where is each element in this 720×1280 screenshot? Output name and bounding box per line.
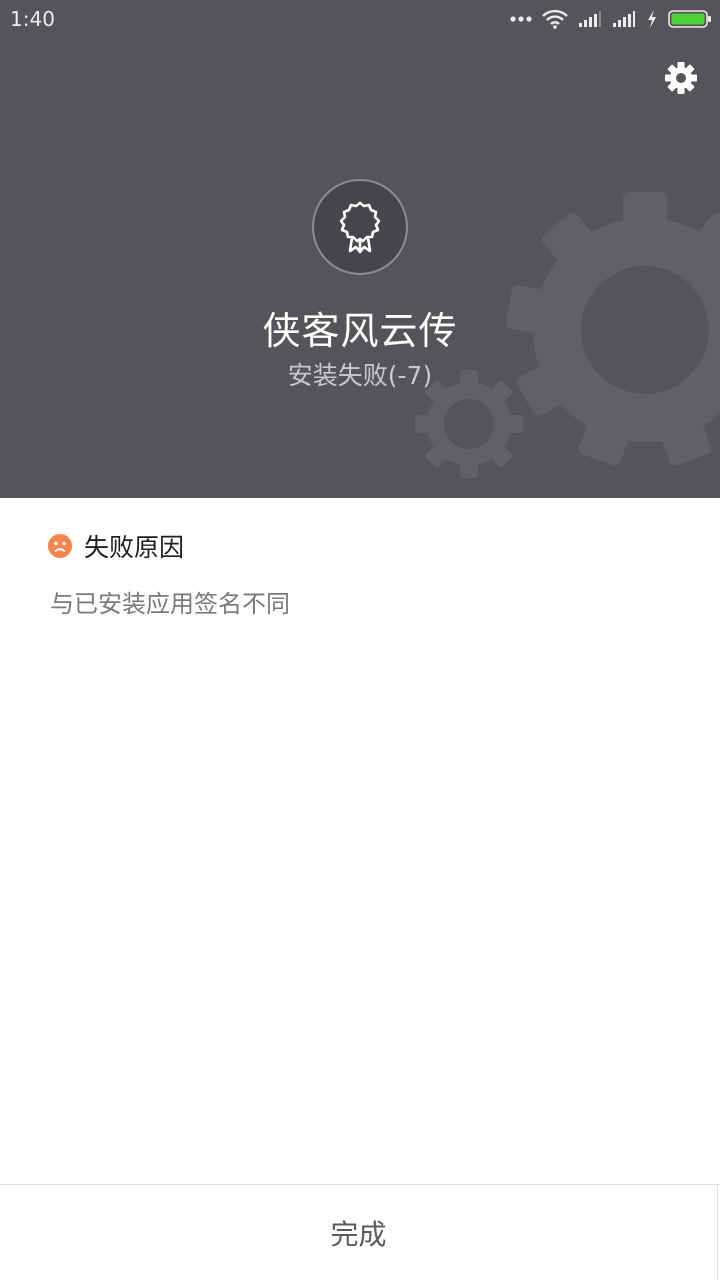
failure-section: 失败原因 与已安装应用签名不同 [48, 530, 688, 619]
signal-icon [613, 11, 635, 27]
status-time: 1:40 [10, 7, 55, 31]
charging-icon [648, 10, 656, 28]
status-bar: 1:40 [0, 0, 720, 38]
install-status: 安装失败(-7) [287, 361, 433, 390]
wifi-icon [542, 9, 568, 29]
app-icon [312, 179, 408, 275]
app-name: 侠客风云传 [262, 309, 458, 353]
failure-reason: 与已安装应用签名不同 [50, 590, 290, 618]
sad-face-icon [48, 534, 72, 558]
failure-title: 失败原因 [84, 533, 185, 562]
header: 1:40 侠客风云传 安装失败(-7) [0, 0, 720, 498]
failure-heading: 失败原因 [48, 530, 688, 562]
done-button[interactable]: 完成 [0, 1185, 718, 1280]
gear-icon [665, 62, 697, 94]
more-dots-icon [510, 16, 532, 22]
certificate-badge-icon [339, 201, 381, 254]
signal-icon [579, 11, 601, 27]
footer: 完成 [0, 1184, 720, 1280]
battery-icon [668, 10, 711, 28]
status-icons [510, 6, 712, 32]
settings-button[interactable] [661, 58, 701, 98]
